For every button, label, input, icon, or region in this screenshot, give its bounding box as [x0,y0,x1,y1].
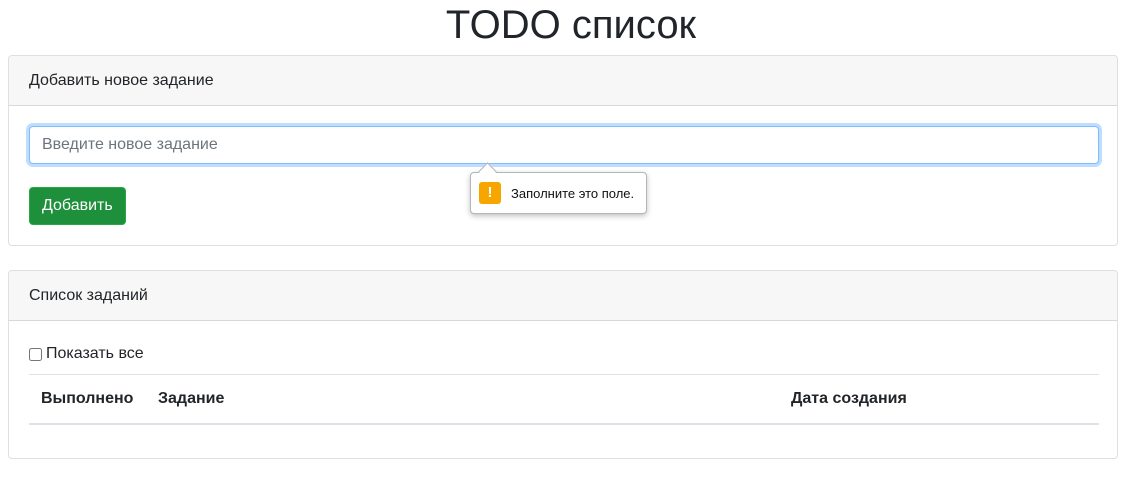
validation-tooltip: ! Заполните это поле. [470,172,648,214]
task-list-card-header: Список заданий [9,271,1117,321]
column-header-task[interactable]: Задание [146,374,779,425]
add-task-card-header: Добавить новое задание [9,56,1117,106]
add-task-button[interactable]: Добавить [29,187,126,225]
warning-icon: ! [479,182,501,204]
task-list-card-body: Показать все Выполнено Задание Дата созд… [9,321,1117,445]
show-all-toggle[interactable]: Показать все [29,342,1097,366]
tasks-table: Выполнено Задание Дата создания [29,374,1099,425]
tasks-table-header-row: Выполнено Задание Дата создания [29,374,1099,425]
page-title: TODO список [445,3,697,47]
task-list-card: Список заданий Показать все Выполнено За… [8,270,1118,459]
validation-tooltip-text: Заполните это поле. [511,185,635,201]
column-header-done[interactable]: Выполнено [29,374,146,425]
new-task-input[interactable] [29,126,1099,164]
column-header-created-date[interactable]: Дата создания [779,374,1099,425]
show-all-label: Показать все [46,345,144,362]
show-all-checkbox[interactable] [29,347,42,361]
add-task-card: Добавить новое задание Добавить ! Заполн… [8,55,1118,246]
